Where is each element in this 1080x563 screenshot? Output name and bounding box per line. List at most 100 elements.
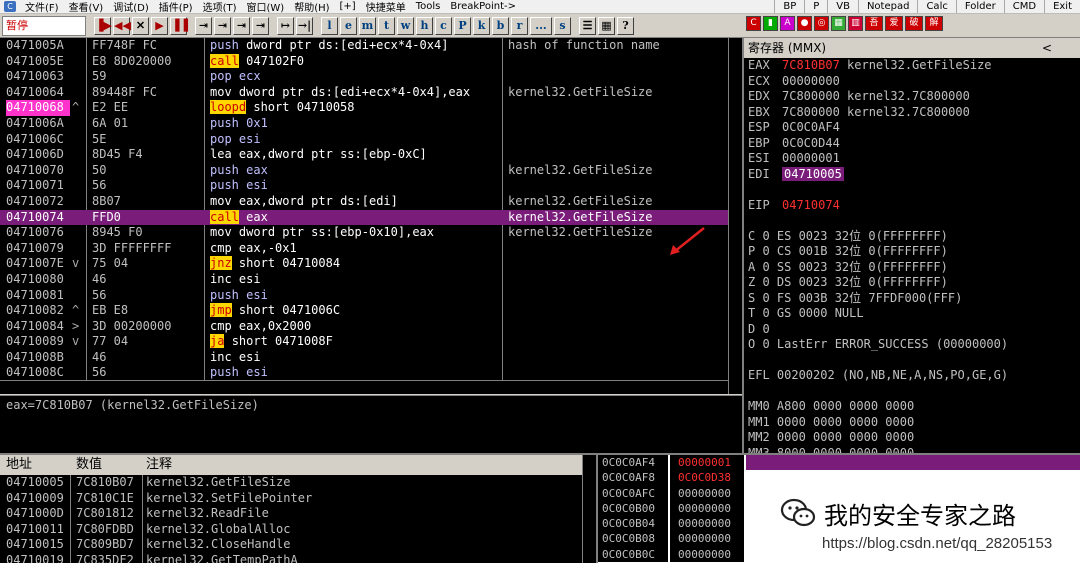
dump-col-address[interactable]: 地址 — [6, 455, 32, 475]
pause-button[interactable]: ▐▐ — [170, 16, 188, 35]
quick-button-vb[interactable]: VB — [827, 0, 858, 13]
window-s-button[interactable]: s — [554, 16, 571, 35]
register-line[interactable]: ECX 00000000 — [744, 74, 1080, 90]
quick-button-calc[interactable]: Calc — [917, 0, 955, 13]
window-e-button[interactable]: e — [340, 16, 357, 35]
go-to-button[interactable]: →| — [296, 16, 313, 35]
plugin-icon-9[interactable]: 爱 — [885, 16, 903, 31]
register-line[interactable]: C 0 ES 0023 32位 0(FFFFFFFF) — [744, 229, 1080, 245]
quick-button-cmd[interactable]: CMD — [1003, 0, 1044, 13]
disasm-row[interactable]: 0471006A 6A 01 push 0x1 — [0, 116, 742, 132]
menu-item-2[interactable]: 调试(D) — [108, 0, 154, 13]
window-P-button[interactable]: P — [454, 16, 471, 35]
plugin-icon-6[interactable]: ▦ — [831, 16, 846, 31]
plugin-icon-4[interactable]: ● — [797, 16, 812, 31]
register-line[interactable]: MM1 0000 0000 0000 0000 — [744, 415, 1080, 431]
window-h-button[interactable]: h — [416, 16, 433, 35]
menu-item-0[interactable]: 文件(F) — [20, 0, 64, 13]
register-line[interactable]: EFL 00200202 (NO,NB,NE,A,NS,PO,GE,G) — [744, 368, 1080, 384]
register-line[interactable]: EIP 04710074 — [744, 198, 1080, 214]
disasm-row[interactable]: 04710079 3D FFFFFFFF cmp eax,-0x1 — [0, 241, 742, 257]
disasm-row[interactable]: 04710063 59 pop ecx — [0, 69, 742, 85]
disasm-row[interactable]: 04710071 56 push esi — [0, 178, 742, 194]
register-line[interactable]: T 0 GS 0000 NULL — [744, 306, 1080, 322]
menu-item-3[interactable]: 插件(P) — [154, 0, 198, 13]
plugin-icon-1[interactable]: C — [746, 16, 761, 31]
dump-row[interactable]: 04710015 7C809BD7 kernel32.CloseHandle — [0, 537, 596, 553]
quick-button-folder[interactable]: Folder — [955, 0, 1004, 13]
disasm-row[interactable]: 04710082 ^ EB E8 jmp short 0471006C — [0, 303, 742, 319]
register-line[interactable]: EDX 7C800000 kernel32.7C800000 — [744, 89, 1080, 105]
menu-item-5[interactable]: 窗口(W) — [242, 0, 290, 13]
disasm-row[interactable]: 04710080 46 inc esi — [0, 272, 742, 288]
register-line[interactable]: EBP 0C0C0D44 — [744, 136, 1080, 152]
plugin-icon-7[interactable]: ▥ — [848, 16, 863, 31]
register-line[interactable]: Z 0 DS 0023 32位 0(FFFFFFFF) — [744, 275, 1080, 291]
dump-row[interactable]: 04710019 7C835DF2 kernel32.GetTempPathA — [0, 553, 596, 563]
register-line[interactable]: P 0 CS 001B 32位 0(FFFFFFFF) — [744, 244, 1080, 260]
extra-tool-button-1[interactable]: ▦ — [598, 16, 615, 35]
registers-pane[interactable]: 寄存器 (MMX) < EAX 7C810B07 kernel32.GetFile… — [742, 38, 1080, 453]
close-button[interactable]: ✕ — [132, 16, 149, 35]
disassembly-pane[interactable]: 0471005A FF748F FC push dword ptr ds:[edi+… — [0, 38, 742, 394]
disasm-row[interactable]: 0471006C 5E pop esi — [0, 132, 742, 148]
stack-row[interactable]: 0C0C0AF4 00000001 — [598, 455, 1080, 471]
window-b-button[interactable]: b — [492, 16, 509, 35]
plugin-icon-10[interactable]: 破 — [905, 16, 923, 31]
menu-item-8[interactable]: 快捷菜单 — [361, 0, 411, 13]
dump-row[interactable]: 04710009 7C810C1E kernel32.SetFilePointer — [0, 491, 596, 507]
window-w-button[interactable]: w — [397, 16, 414, 35]
disasm-row[interactable]: 04710089 v 77 04 ja short 0471008F — [0, 334, 742, 350]
disasm-row[interactable]: 04710081 56 push esi — [0, 288, 742, 304]
step-over-button[interactable]: ⇥ — [214, 16, 231, 35]
disasm-row[interactable]: 04710084 >3D 00200000 cmp eax,0x2000 — [0, 319, 742, 335]
dump-col-comment[interactable]: 注释 — [146, 455, 172, 475]
window-k-button[interactable]: k — [473, 16, 490, 35]
register-line[interactable]: MM2 0000 0000 0000 0000 — [744, 430, 1080, 446]
window-more-button[interactable]: ... — [530, 16, 552, 35]
window-l-button[interactable]: l — [321, 16, 338, 35]
plugin-icon-2[interactable]: ▮ — [763, 16, 778, 31]
register-line[interactable]: ESP 0C0C0AF4 — [744, 120, 1080, 136]
dump-row[interactable]: 04710011 7C80FDBD kernel32.GlobalAlloc — [0, 522, 596, 538]
dump-row[interactable]: 0471000D 7C801812 kernel32.ReadFile — [0, 506, 596, 522]
register-line[interactable]: A 0 SS 0023 32位 0(FFFFFFFF) — [744, 260, 1080, 276]
window-t-button[interactable]: t — [378, 16, 395, 35]
register-line[interactable]: D 0 — [744, 322, 1080, 338]
rewind-button[interactable]: ◀◀ — [113, 16, 131, 35]
register-line[interactable]: ESI 00000001 — [744, 151, 1080, 167]
disasm-row[interactable]: 0471005A FF748F FC push dword ptr ds:[edi+… — [0, 38, 742, 54]
disasm-row[interactable]: 04710072 8B07 mov eax,dword ptr ds:[edi] ke… — [0, 194, 742, 210]
register-line[interactable]: S 0 FS 003B 32位 7FFDF000(FFF) — [744, 291, 1080, 307]
menu-item-1[interactable]: 查看(V) — [64, 0, 109, 13]
disassembly-scrollbar[interactable] — [728, 38, 742, 394]
disasm-row[interactable]: 04710076 8945 F0 mov dword ptr ss:[ebp-0x1… — [0, 225, 742, 241]
quick-button-bp[interactable]: BP — [774, 0, 804, 13]
disasm-row[interactable]: 0471006D 8D45 F4 lea eax,dword ptr ss:[ebp… — [0, 147, 742, 163]
register-line[interactable]: O 0 LastErr ERROR_SUCCESS (00000000) — [744, 337, 1080, 353]
disasm-row[interactable]: 0471007E v 75 04 jnz short 04710084 — [0, 256, 742, 272]
menu-item-10[interactable]: BreakPoint-> — [445, 1, 521, 12]
disasm-row[interactable]: 04710074 FFD0 call eax kernel32.GetFileSize — [0, 209, 742, 226]
menu-item-9[interactable]: Tools — [411, 1, 446, 12]
register-line[interactable]: EAX 7C810B07 kernel32.GetFileSize — [744, 58, 1080, 74]
plugin-icon-3[interactable]: A — [780, 16, 795, 31]
stack-row[interactable]: 0C0C0AF8 0C0C0D38 — [598, 470, 1080, 486]
register-line[interactable] — [744, 384, 1080, 400]
register-line[interactable] — [744, 213, 1080, 229]
step-into-button[interactable]: ⇥ — [195, 16, 212, 35]
dump-col-value[interactable]: 数值 — [76, 455, 102, 475]
disasm-row[interactable]: 0471005E E8 8D020000 call 047102F0 — [0, 53, 742, 70]
disasm-row[interactable]: 04710064 89448F FC mov dword ptr ds:[edi+e… — [0, 85, 742, 101]
disassembly-hscrollbar[interactable] — [0, 380, 728, 394]
menu-item-6[interactable]: 帮助(H) — [289, 0, 334, 13]
registers-nav-button[interactable]: < — [1042, 38, 1052, 58]
run-button[interactable]: ▐▶ — [94, 16, 112, 35]
play-button[interactable]: ▶ — [151, 16, 168, 35]
register-line[interactable]: MM0 A800 0000 0000 0000 — [744, 399, 1080, 415]
register-line[interactable]: EBX 7C800000 kernel32.7C800000 — [744, 105, 1080, 121]
plugin-icon-5[interactable]: ◎ — [814, 16, 829, 31]
quick-button-notepad[interactable]: Notepad — [857, 0, 918, 13]
register-line[interactable] — [744, 182, 1080, 198]
disasm-row[interactable]: 0471008B 46 inc esi — [0, 350, 742, 366]
